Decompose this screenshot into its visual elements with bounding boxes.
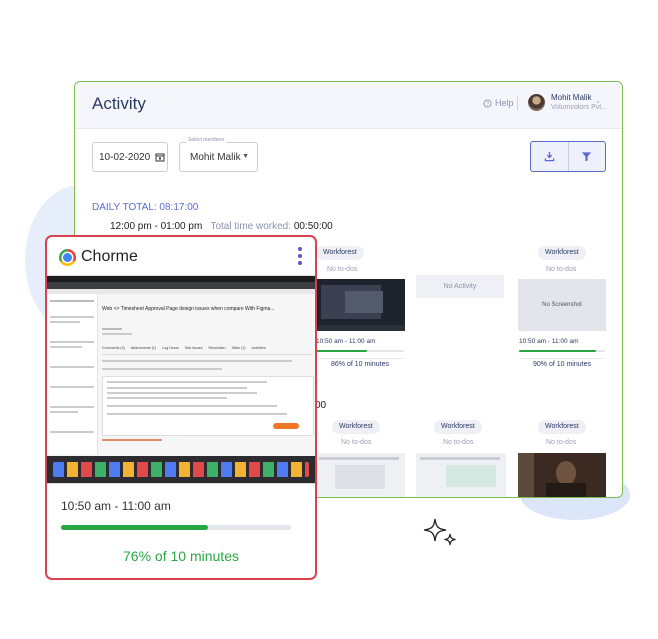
card-progress <box>316 350 404 352</box>
chevron-down-icon[interactable]: ⌄ <box>595 97 601 105</box>
toolbar-actions <box>530 141 606 172</box>
project-badge: Workforest <box>538 420 586 434</box>
card-percent: 86% of 10 minutes <box>331 361 389 368</box>
popup-percent: 76% of 10 minutes <box>123 548 239 564</box>
screen-tab: Comments (4) <box>102 346 125 350</box>
no-screenshot-text: No Screenshot <box>542 302 582 308</box>
date-picker[interactable]: 10-02-2020 <box>92 142 168 172</box>
screen-tab: Activities <box>251 346 266 350</box>
help-icon: ? <box>483 98 492 108</box>
download-button[interactable] <box>531 142 568 171</box>
filter-icon <box>582 152 592 162</box>
slot-worked-label: Total time worked: <box>210 221 292 232</box>
screen-tab: Log Hours <box>162 346 179 350</box>
project-badge: Workforest <box>434 420 482 434</box>
popup-app-name: Chorme <box>81 248 138 265</box>
page-title: Activity <box>92 94 146 113</box>
card-progress-fill <box>519 350 597 352</box>
daily-total: DAILY TOTAL: 08:17:00 <box>92 202 199 213</box>
project-badge: Workforest <box>316 246 364 260</box>
member-select[interactable]: Select members Mohit Malik ▼ <box>179 137 258 172</box>
app-activity-popup: Chorme Web <> Timesheet Approval Page de… <box>45 235 317 580</box>
slot-range: 12:00 pm - 01:00 pm <box>110 221 203 232</box>
screen-issue-title: Web <> Timesheet Approval Page design is… <box>102 306 275 312</box>
member-select-value: Mohit Malik <box>190 152 241 163</box>
activity-screenshot[interactable] <box>315 453 405 497</box>
popup-time: 10:50 am - 11:00 am <box>61 499 171 513</box>
todo-label: No to-dos <box>546 439 577 446</box>
download-icon <box>544 151 555 162</box>
project-badge: Workforest <box>538 246 586 260</box>
slot-worked-value: 00:50:00 <box>293 221 333 232</box>
help-label: Help <box>495 98 514 108</box>
project-badge: Workforest <box>332 420 380 434</box>
activity-screenshot[interactable] <box>416 453 506 497</box>
todo-label: No to-dos <box>327 266 358 273</box>
activity-screenshot[interactable] <box>315 279 405 331</box>
dropdown-caret-icon: ▼ <box>242 153 249 160</box>
todo-label: No to-dos <box>443 439 474 446</box>
no-screenshot-placeholder: No Screenshot <box>518 279 606 331</box>
date-value: 10-02-2020 <box>99 151 151 163</box>
popup-progress-fill <box>61 525 209 530</box>
no-activity-label: No Activity <box>416 275 504 298</box>
svg-text:?: ? <box>486 101 489 107</box>
todo-label: No to-dos <box>546 266 577 273</box>
card-progress-fill <box>316 350 368 352</box>
more-options-icon[interactable] <box>297 247 303 268</box>
help-link[interactable]: ? Help <box>483 98 514 108</box>
chrome-logo-icon <box>59 249 76 266</box>
activity-screenshot[interactable] <box>518 453 606 497</box>
todo-label: No to-dos <box>341 439 372 446</box>
sparkle-icon <box>423 518 456 546</box>
card-divider <box>316 358 404 359</box>
popup-progress <box>61 525 291 530</box>
filter-button[interactable] <box>567 142 606 171</box>
card-time: 10:50 am - 11:00 am <box>519 338 579 345</box>
card-progress <box>519 350 605 352</box>
card-time: 10:50 am - 11:00 am <box>316 338 376 345</box>
panel-header: Activity ? Help Mohit Malik Volumcolors … <box>75 82 622 129</box>
member-select-label: Select members <box>186 137 227 143</box>
screen-tab: Table (1) <box>231 346 246 350</box>
screen-tab: Resolution <box>208 346 226 350</box>
header-divider <box>517 95 518 111</box>
card-divider <box>519 358 605 359</box>
popup-screenshot[interactable]: Web <> Timesheet Approval Page design is… <box>47 275 315 484</box>
screen-tab: Attachments (1) <box>130 346 157 350</box>
card-percent: 90% of 10 minutes <box>533 361 591 368</box>
calendar-icon <box>155 153 165 162</box>
slot-header: 12:00 pm - 01:00 pm Total time worked: 0… <box>110 221 333 232</box>
avatar[interactable] <box>528 94 545 111</box>
screen-tab: Sub Issues <box>184 346 203 350</box>
